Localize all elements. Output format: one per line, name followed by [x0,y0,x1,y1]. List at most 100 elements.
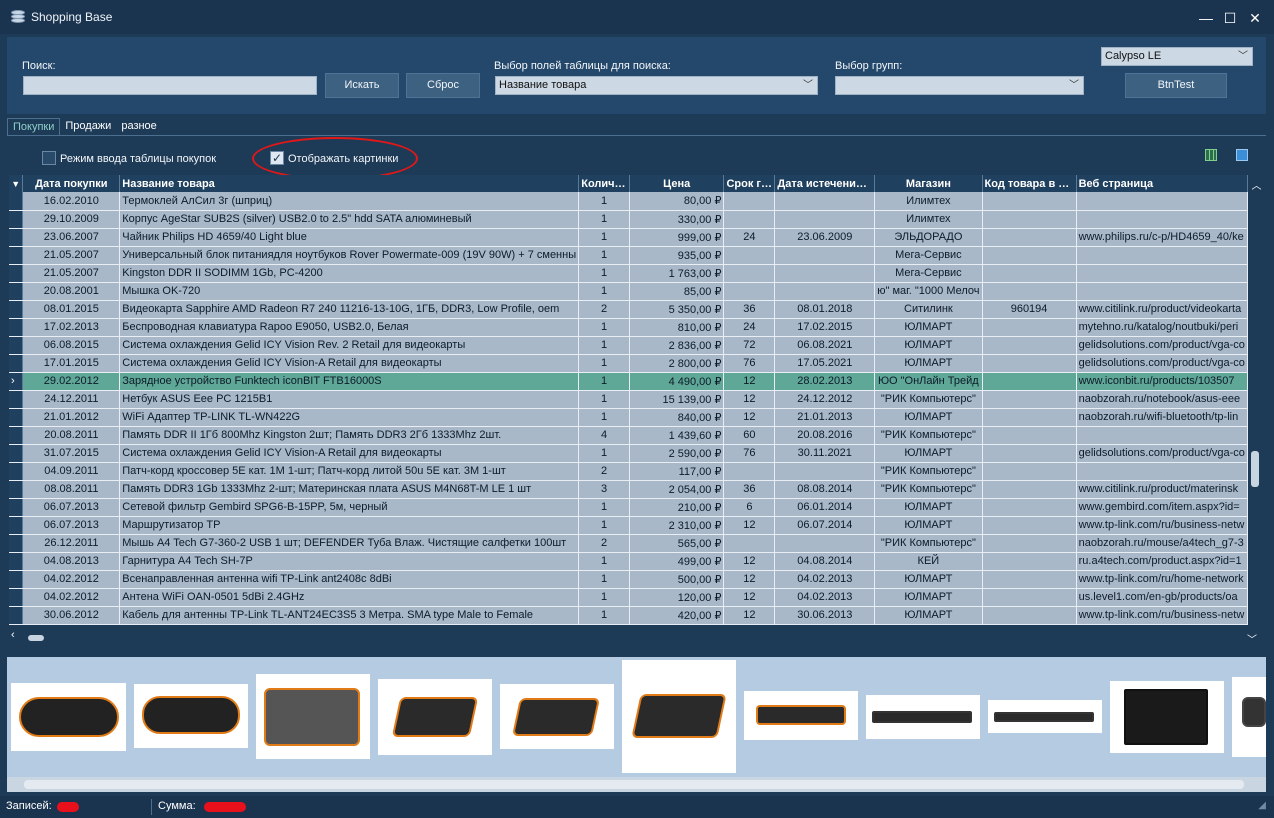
table-cell[interactable]: Патч-корд кроссовер 5Е кат. 1М 1-шт; Пат… [119,462,580,481]
table-cell[interactable]: 23.06.2007 [22,228,121,247]
minimize-button[interactable]: — [1196,8,1216,28]
table-cell[interactable]: 1 439,60 ₽ [629,426,725,445]
row-header[interactable] [9,390,24,409]
table-cell[interactable]: 06.07.2013 [22,516,121,535]
table-row[interactable]: › 29.02.2012 Зарядное устройство Funktech … [9,372,1248,391]
product-image[interactable] [1232,677,1266,757]
table-cell[interactable]: ЮЛМАРТ [874,444,983,463]
table-cell[interactable]: ЮЛМАРТ [874,336,983,355]
col-header[interactable]: Дата истечени… [774,175,876,192]
table-cell[interactable]: 30.06.2013 [774,606,876,625]
table-cell[interactable]: 04.02.2012 [22,588,121,607]
table-cell[interactable] [982,246,1077,265]
table-cell[interactable]: 04.02.2013 [774,570,876,589]
table-row[interactable]: 21.05.2007 Kingston DDR II SODIMM 1Gb, PC… [9,264,1248,283]
table-cell[interactable] [982,516,1077,535]
row-header[interactable] [9,426,24,445]
table-cell[interactable]: 4 [578,426,630,445]
row-header[interactable] [9,246,24,265]
table-cell[interactable]: "РИК Компьютерс" [874,462,983,481]
row-header[interactable] [9,210,24,229]
table-row[interactable]: 20.08.2001 Мышка OK-720 1 85,00 ₽ ю" маг. "1… [9,282,1248,301]
table-cell[interactable]: 1 [578,264,630,283]
table-cell[interactable]: ru.a4tech.com/product.aspx?id=1 [1076,552,1248,571]
table-cell[interactable]: 120,00 ₽ [629,588,725,607]
table-cell[interactable]: 1 [578,228,630,247]
table-cell[interactable]: gelidsolutions.com/product/vga-co [1076,336,1248,355]
table-cell[interactable]: 1 [578,246,630,265]
horizontal-scrollbar[interactable]: ‹ ﹀ [9,629,1265,647]
table-cell[interactable]: 06.07.2014 [774,516,876,535]
table-cell[interactable]: 21.05.2007 [22,246,121,265]
chevron-left-icon[interactable]: ‹ [11,629,15,641]
table-cell[interactable]: 08.01.2015 [22,300,121,319]
col-header[interactable]: Веб страница [1076,175,1248,192]
table-cell[interactable]: 4 490,00 ₽ [629,372,725,391]
table-cell[interactable]: 06.07.2013 [22,498,121,517]
table-cell[interactable]: 117,00 ₽ [629,462,725,481]
table-cell[interactable]: 21.01.2013 [774,408,876,427]
table-row[interactable]: 20.08.2011 Память DDR II 1Гб 800Mhz Kings… [9,426,1248,445]
table-cell[interactable]: 04.08.2013 [22,552,121,571]
table-cell[interactable] [982,318,1077,337]
table-cell[interactable]: 17.02.2015 [774,318,876,337]
table-cell[interactable]: 24 [723,318,776,337]
table-row[interactable]: 04.02.2012 Всенаправленная антенна wifi T… [9,570,1248,589]
table-cell[interactable]: www.tp-link.com/ru/business-netw [1076,516,1248,535]
product-image[interactable] [134,684,248,748]
table-cell[interactable] [982,462,1077,481]
table-cell[interactable]: 2 [578,534,630,553]
row-header[interactable] [9,336,24,355]
table-cell[interactable]: 2 [578,300,630,319]
product-image[interactable] [866,695,980,739]
table-cell[interactable]: 1 [578,552,630,571]
table-cell[interactable]: 24 [723,228,776,247]
table-cell[interactable]: 04.09.2011 [22,462,121,481]
table-cell[interactable]: 3 [578,480,630,499]
table-cell[interactable]: 1 [578,444,630,463]
table-cell[interactable]: Кабель для антенны TP-Link TL-ANT24EC3S5… [119,606,580,625]
col-header[interactable]: Магазин [874,175,983,192]
reset-button[interactable]: Сброс [406,73,480,98]
row-header[interactable] [9,282,24,301]
table-cell[interactable] [723,264,776,283]
table-row[interactable]: 17.02.2013 Беспроводная клавиатура Rapoo … [9,318,1248,337]
table-cell[interactable]: 20.08.2001 [22,282,121,301]
table-cell[interactable]: 16.02.2010 [22,192,121,211]
table-cell[interactable]: www.citilink.ru/product/videokarta [1076,300,1248,319]
col-header[interactable]: Срок г… [723,175,776,192]
current-row-indicator-icon[interactable]: › [9,372,24,391]
table-cell[interactable]: 85,00 ₽ [629,282,725,301]
table-cell[interactable]: Система охлаждения Gelid ICY Vision Rev.… [119,336,580,355]
tab-sales[interactable]: Продажи [60,118,116,136]
table-row[interactable]: 08.01.2015 Видеокарта Sapphire AMD Radeon… [9,300,1248,319]
table-cell[interactable]: Всенаправленная антенна wifi TP-Link ant… [119,570,580,589]
table-cell[interactable]: 04.02.2012 [22,570,121,589]
table-cell[interactable]: 6 [723,498,776,517]
table-cell[interactable]: ЮЛМАРТ [874,408,983,427]
table-cell[interactable] [1076,264,1248,283]
table-cell[interactable]: 12 [723,408,776,427]
table-cell[interactable]: 1 [578,336,630,355]
table-cell[interactable] [982,606,1077,625]
col-header[interactable]: Дата покупки [22,175,121,192]
table-cell[interactable]: ЮЛМАРТ [874,354,983,373]
table-cell[interactable] [774,534,876,553]
row-header[interactable] [9,408,24,427]
table-row[interactable]: 26.12.2011 Мышь A4 Tech G7-360-2 USB 1 шт… [9,534,1248,553]
table-cell[interactable]: 08.08.2011 [22,480,121,499]
table-cell[interactable] [723,192,776,211]
row-header[interactable] [9,462,24,481]
table-cell[interactable]: 20.08.2016 [774,426,876,445]
table-cell[interactable] [723,246,776,265]
table-cell[interactable]: 2 310,00 ₽ [629,516,725,535]
table-cell[interactable]: Kingston DDR II SODIMM 1Gb, PC-4200 [119,264,580,283]
table-cell[interactable]: Ситилинк [874,300,983,319]
table-cell[interactable]: mytehno.ru/katalog/noutbuki/peri [1076,318,1248,337]
table-cell[interactable]: Антена WiFi OAN-0501 5dBi 2.4GHz [119,588,580,607]
table-cell[interactable]: 999,00 ₽ [629,228,725,247]
table-cell[interactable]: 500,00 ₽ [629,570,725,589]
table-cell[interactable] [774,246,876,265]
table-cell[interactable]: naobzorah.ru/wifi-bluetooth/tp-lin [1076,408,1248,427]
row-header[interactable] [9,534,24,553]
